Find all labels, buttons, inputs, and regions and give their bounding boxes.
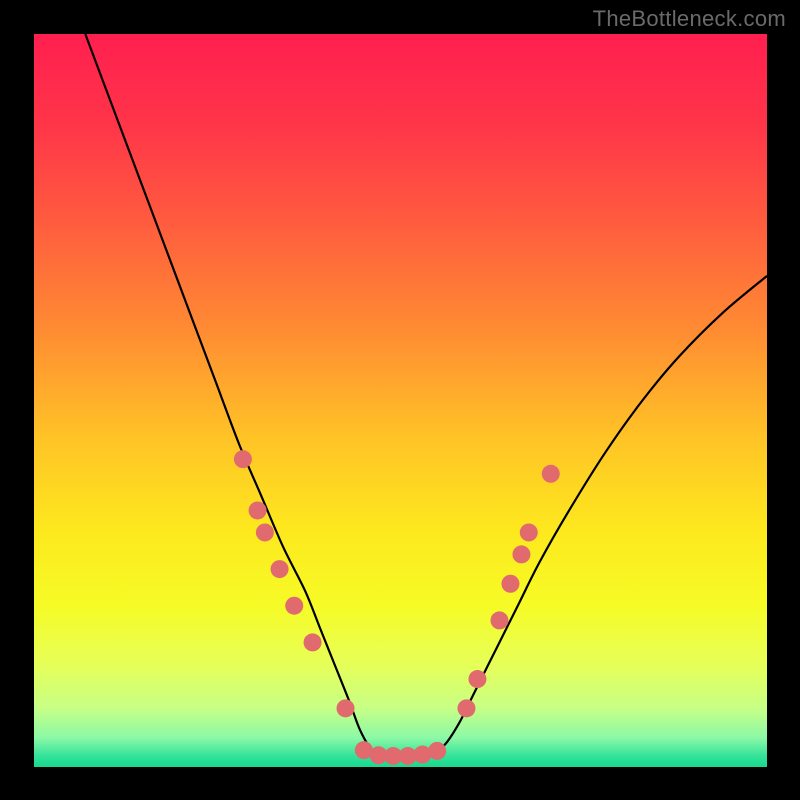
chart-container: TheBottleneck.com (0, 0, 800, 800)
marker-dot (271, 560, 289, 578)
marker-dot (520, 523, 538, 541)
marker-dot (337, 699, 355, 717)
marker-dot (490, 611, 508, 629)
marker-dot (285, 597, 303, 615)
bottleneck-curve (85, 34, 767, 757)
marker-dot (249, 501, 267, 519)
marker-dot (468, 670, 486, 688)
marker-dot (457, 699, 475, 717)
marker-dot (428, 742, 446, 760)
marker-dot (256, 523, 274, 541)
marker-dot (234, 450, 252, 468)
plot-area (34, 34, 767, 767)
marker-dot (304, 633, 322, 651)
curve-markers (234, 450, 560, 765)
watermark-text: TheBottleneck.com (593, 6, 786, 32)
marker-dot (542, 465, 560, 483)
curve-layer (34, 34, 767, 767)
marker-dot (501, 575, 519, 593)
marker-dot (512, 545, 530, 563)
